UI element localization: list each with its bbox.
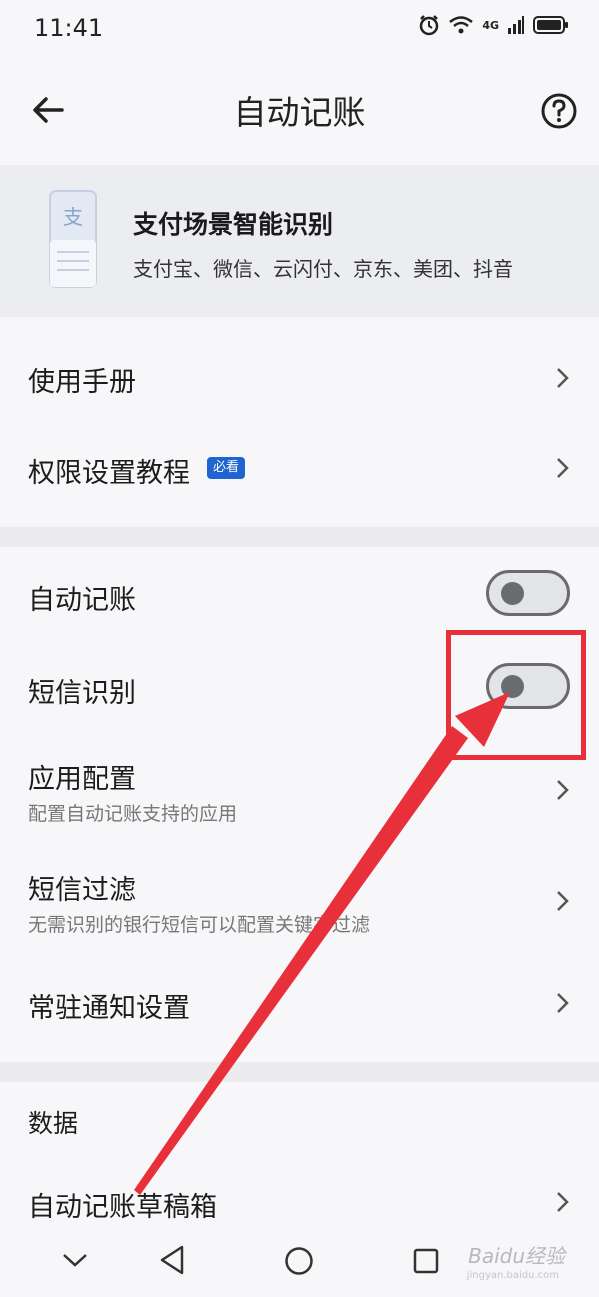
help-button[interactable] bbox=[540, 92, 578, 130]
smart-recognition-banner[interactable]: 支 支付场景智能识别 支付宝、微信、云闪付、京东、美团、抖音 bbox=[0, 165, 599, 317]
permission-tutorial-label: 权限设置教程 bbox=[28, 458, 190, 489]
alarm-icon bbox=[420, 15, 439, 36]
list-item-permission-tutorial[interactable]: 权限设置教程 bbox=[0, 423, 599, 523]
alipay-glyph: 支 bbox=[63, 205, 83, 229]
section-divider bbox=[0, 527, 599, 547]
toggle-knob bbox=[501, 582, 524, 605]
nav-recents-square-icon[interactable] bbox=[413, 1248, 439, 1274]
section-divider bbox=[0, 1062, 599, 1082]
sms-filter-description: 无需识别的银行短信可以配置关键字过滤 bbox=[28, 914, 371, 936]
chevron-right-icon bbox=[557, 1192, 569, 1212]
banner-subtitle: 支付宝、微信、云闪付、京东、美团、抖音 bbox=[133, 257, 513, 281]
chevron-right-icon bbox=[557, 780, 569, 800]
watermark-brand: Baidu经验 bbox=[468, 1244, 565, 1268]
list-item-manual[interactable]: 使用手册 bbox=[0, 318, 599, 423]
list-item-drafts[interactable]: 自动记账草稿箱 bbox=[0, 1165, 599, 1235]
chevron-right-icon bbox=[557, 993, 569, 1013]
signal-icon bbox=[508, 16, 524, 34]
sms-filter-label: 短信过滤 bbox=[28, 875, 136, 906]
list-item-notification-settings[interactable]: 常驻通知设置 bbox=[0, 958, 599, 1053]
app-config-description: 配置自动记账支持的应用 bbox=[28, 803, 238, 825]
wifi-icon bbox=[449, 16, 474, 34]
list-item-auto-bookkeeping[interactable]: 自动记账 bbox=[0, 548, 599, 643]
manual-label: 使用手册 bbox=[28, 367, 136, 398]
banner-title: 支付场景智能识别 bbox=[133, 210, 334, 239]
notification-settings-label: 常驻通知设置 bbox=[28, 993, 190, 1024]
nav-home-circle-icon[interactable] bbox=[284, 1246, 314, 1276]
data-section-title: 数据 bbox=[28, 1109, 79, 1138]
nav-back-triangle-icon[interactable] bbox=[158, 1244, 186, 1276]
watermark-url: jingyan.baidu.com bbox=[466, 1270, 559, 1281]
chevron-right-icon bbox=[557, 458, 569, 478]
list-item-sms-filter[interactable]: 短信过滤 无需识别的银行短信可以配置关键字过滤 bbox=[0, 856, 599, 951]
drafts-label: 自动记账草稿箱 bbox=[28, 1192, 217, 1223]
network-type-label: 4G bbox=[482, 18, 499, 32]
battery-icon bbox=[533, 16, 568, 34]
chevron-right-icon bbox=[557, 891, 569, 911]
sms-recognition-label: 短信识别 bbox=[28, 678, 136, 709]
chevron-right-icon bbox=[557, 368, 569, 388]
payment-document-icon: 支 bbox=[49, 190, 97, 288]
status-icons: 4G bbox=[418, 14, 569, 36]
question-circle-icon bbox=[541, 93, 577, 129]
annotation-highlight-box bbox=[446, 630, 586, 760]
auto-bookkeeping-label: 自动记账 bbox=[28, 585, 136, 616]
page-title: 自动记账 bbox=[233, 93, 366, 132]
app-config-label: 应用配置 bbox=[28, 764, 136, 795]
status-time: 11:41 bbox=[34, 14, 104, 42]
chevron-down-icon[interactable] bbox=[62, 1252, 88, 1268]
must-see-badge: 必看 bbox=[207, 457, 246, 479]
auto-bookkeeping-toggle[interactable] bbox=[486, 570, 570, 616]
